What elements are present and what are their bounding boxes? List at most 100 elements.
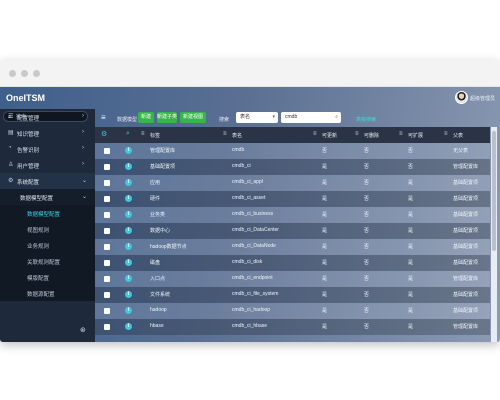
gear-icon[interactable]: ⚙ [101, 130, 107, 138]
cell-deletable: 否 [364, 164, 370, 170]
create-view-button[interactable]: 新建视图 [180, 112, 206, 123]
sidebar-subgroup-model[interactable]: 数据模型配置 ⌄ [0, 189, 95, 205]
info-icon[interactable]: i [125, 291, 132, 298]
column-menu-icon[interactable]: ≡ [223, 131, 227, 137]
cell-parent: 基础配置项 [453, 180, 479, 186]
row-checkbox[interactable] [104, 292, 110, 298]
cell-label: 文件系统 [150, 292, 171, 298]
book-icon: ▤ [8, 130, 14, 136]
column-header-delete[interactable]: 可删除 [364, 132, 379, 139]
field-select[interactable]: 表名 ▾ [236, 112, 278, 123]
info-icon[interactable]: i [125, 147, 132, 154]
cell-deletable: 否 [364, 244, 370, 250]
table-row[interactable]: i 文件系统 cmdb_ci_file_system 是 否 是 基础配置项 [95, 287, 490, 303]
sidebar-item-system[interactable]: ⚙ 系统配置 ⌄ [0, 173, 95, 189]
window-dot-3[interactable] [33, 70, 40, 77]
row-checkbox[interactable] [104, 196, 110, 202]
row-checkbox[interactable] [104, 148, 110, 154]
table-row[interactable]: i 基础配置项 cmdb_ci 是 否 否 管理配置库 [95, 159, 490, 175]
window-dot-1[interactable] [9, 70, 16, 77]
sidebar-child-model-config[interactable]: 数据模型配置 [0, 205, 95, 221]
sidebar-item-config[interactable]: ☰ 配置管理 › [0, 109, 95, 125]
cell-table-name: cmdb_ci_file_system [232, 291, 279, 297]
column-menu-icon[interactable]: ≡ [399, 131, 403, 137]
column-menu-icon[interactable]: ≡ [355, 131, 359, 137]
cell-deletable: 否 [364, 292, 370, 298]
info-icon[interactable]: i [125, 307, 132, 314]
table-row[interactable]: i 业务类 cmdb_ci_business 是 否 是 基础配置项 [95, 207, 490, 223]
search-icon[interactable]: ⌕ [335, 112, 338, 123]
user-name[interactable]: 超级管理员 [470, 95, 495, 102]
info-icon[interactable]: i [125, 227, 132, 234]
avatar[interactable] [455, 91, 468, 104]
sidebar-item-alert[interactable]: ◔ 告警识别 › [0, 141, 95, 157]
table-row[interactable]: i hadoop cmdb_ci_hadoop 是 否 是 基础配置项 [95, 303, 490, 319]
row-checkbox[interactable] [104, 164, 110, 170]
row-checkbox[interactable] [104, 308, 110, 314]
cell-parent: 基础配置项 [453, 244, 479, 250]
info-icon[interactable]: i [125, 211, 132, 218]
cell-label: 业务类 [150, 212, 166, 218]
menu-icon[interactable]: ≡ [101, 113, 106, 122]
column-header-name[interactable]: 表名 [232, 132, 242, 139]
table-row[interactable]: i 应用 cmdb_ci_appl 是 否 是 基础配置项 [95, 175, 490, 191]
cell-parent: 基础配置项 [453, 292, 479, 298]
cell-label: hbase [150, 323, 164, 329]
sidebar-child-business-rules[interactable]: 业务规则 [0, 237, 95, 253]
table-row[interactable]: i hbase cmdb_ci_hbase 是 否 是 管理配置库 [95, 319, 490, 335]
sidebar-child-datasource[interactable]: 数据源配置 [0, 285, 95, 301]
cell-deletable: 否 [364, 260, 370, 266]
row-checkbox[interactable] [104, 276, 110, 282]
sidebar-child-view-rules[interactable]: 视图规则 [0, 221, 95, 237]
info-icon[interactable]: i [125, 179, 132, 186]
table-row[interactable]: i 管理配置库 cmdb 否 否 否 无父表 [95, 143, 490, 159]
row-checkbox[interactable] [104, 180, 110, 186]
column-menu-icon[interactable]: ≡ [444, 131, 448, 137]
chevron-right-icon: › [82, 161, 84, 167]
sidebar-child-template[interactable]: 模版配置 [0, 269, 95, 285]
window-dot-2[interactable] [21, 70, 28, 77]
column-menu-icon[interactable]: ≡ [141, 131, 145, 137]
info-icon[interactable]: i [125, 275, 132, 282]
info-icon[interactable]: i [125, 195, 132, 202]
cell-parent: 基础配置项 [453, 228, 479, 234]
search-value-field[interactable]: cmdb ⌕ [281, 112, 341, 123]
column-header-parent[interactable]: 父表 [453, 132, 463, 139]
info-icon[interactable]: i [125, 163, 132, 170]
add-child-button[interactable]: 新建子类 [157, 112, 177, 123]
row-checkbox[interactable] [104, 260, 110, 266]
scrollbar-thumb[interactable] [492, 131, 496, 251]
main-content: ≡ 数据模型 新建 新建子类 新建视图 搜索 表名 ▾ cmdb ⌕ 高级搜索 … [95, 109, 500, 342]
column-header-label[interactable]: 标签 [150, 132, 160, 139]
column-header-update[interactable]: 可更新 [322, 132, 337, 139]
add-button[interactable]: 新建 [138, 112, 154, 123]
cell-label: hadoop数据节点 [150, 244, 187, 250]
row-checkbox[interactable] [104, 324, 110, 330]
search-icon[interactable]: ⌕ [126, 130, 130, 138]
cell-table-name: cmdb_ci_asset [232, 195, 266, 201]
advanced-search-link[interactable]: 高级搜索 [356, 116, 376, 123]
sidebar-child-relation-rules[interactable]: 关联规则配置 [0, 253, 95, 269]
row-checkbox[interactable] [104, 228, 110, 234]
info-icon[interactable]: i [125, 259, 132, 266]
cell-extendable: 是 [408, 308, 414, 314]
info-icon[interactable]: i [125, 243, 132, 250]
table-row[interactable]: i 数据中心 cmdb_ci_DataCenter 是 否 是 基础配置项 [95, 223, 490, 239]
cell-extendable: 否 [408, 164, 414, 170]
settings-icon[interactable]: ⊛ [80, 326, 86, 334]
sidebar-item-users[interactable]: ♙ 用户管理 › [0, 157, 95, 173]
sidebar-item-knowledge[interactable]: ▤ 知识管理 › [0, 125, 95, 141]
table-row[interactable]: i 入口点 cmdb_ci_endpoint 是 否 是 管理配置库 [95, 271, 490, 287]
cell-extendable: 是 [408, 244, 414, 250]
table-row[interactable]: i 磁盘 cmdb_ci_disk 是 否 是 基础配置项 [95, 255, 490, 271]
row-checkbox[interactable] [104, 212, 110, 218]
table-row[interactable]: i 硬件 cmdb_ci_asset 是 否 是 基础配置项 [95, 191, 490, 207]
cell-extendable: 是 [408, 228, 414, 234]
row-checkbox[interactable] [104, 244, 110, 250]
info-icon[interactable]: i [125, 323, 132, 330]
column-menu-icon[interactable]: ≡ [313, 131, 317, 137]
table-row[interactable]: i hadoop数据节点 cmdb_ci_DataNode 是 否 是 基础配置项 [95, 239, 490, 255]
table-scrollbar[interactable] [491, 127, 497, 342]
column-header-extend[interactable]: 可扩展 [408, 132, 423, 139]
cell-updatable: 是 [322, 180, 328, 186]
